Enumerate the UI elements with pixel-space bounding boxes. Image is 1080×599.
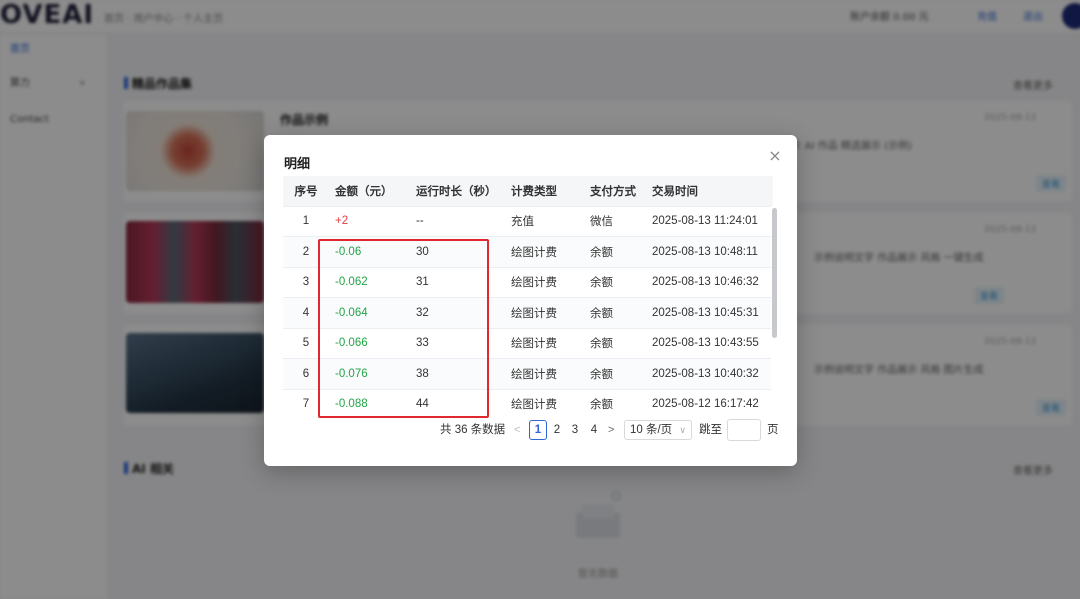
column-header-payment: 支付方式: [584, 176, 646, 207]
page-suffix-label: 页: [767, 424, 779, 436]
cell-amount: -0.062: [329, 267, 410, 298]
cell-payment: 余额: [584, 328, 646, 359]
detail-modal: 明细 × 序号 金额（元） 运行时长（秒） 计费类型 支付方式 交易时间 1 +…: [264, 135, 797, 466]
cell-payment: 余额: [584, 267, 646, 298]
page-button-2[interactable]: 2: [548, 418, 566, 442]
table-row: 4 -0.064 32 绘图计费 余额 2025-08-13 10:45:31: [283, 297, 773, 329]
prev-page-icon[interactable]: <: [514, 418, 520, 442]
cell-payment: 微信: [584, 206, 646, 237]
page-button-3[interactable]: 3: [566, 418, 584, 442]
column-header-time: 交易时间: [646, 176, 773, 207]
cell-amount: -0.064: [329, 297, 410, 329]
column-header-duration: 运行时长（秒）: [410, 176, 505, 207]
chevron-down-icon: ∨: [679, 425, 686, 435]
pagination: 共 36 条数据 < 1 2 3 4 > 10 条/页 ∨ 跳至 页: [440, 418, 780, 442]
cell-duration: 32: [410, 297, 505, 329]
table-row: 2 -0.06 30 绘图计费 余额 2025-08-13 10:48:11: [283, 236, 773, 268]
table-row: 1 +2 -- 充值 微信 2025-08-13 11:24:01: [283, 206, 773, 237]
detail-table: 序号 金额（元） 运行时长（秒） 计费类型 支付方式 交易时间 1 +2 -- …: [283, 176, 779, 410]
table-row: 6 -0.076 38 绘图计费 余额 2025-08-13 10:40:32: [283, 358, 773, 390]
goto-page-input[interactable]: [727, 419, 761, 441]
cell-index: 5: [283, 328, 329, 359]
cell-payment: 余额: [584, 358, 646, 390]
cell-time: 2025-08-13 10:40:32: [646, 358, 773, 390]
cell-payment: 余额: [584, 389, 646, 410]
cell-duration: --: [410, 206, 505, 237]
cell-index: 6: [283, 358, 329, 390]
cell-duration: 33: [410, 328, 505, 359]
cell-duration: 38: [410, 358, 505, 390]
cell-time: 2025-08-13 10:45:31: [646, 297, 773, 329]
pagination-total: 共 36 条数据: [440, 424, 506, 436]
column-header-index: 序号: [283, 176, 329, 207]
cell-type: 绘图计费: [505, 297, 584, 329]
cell-type: 绘图计费: [505, 389, 584, 410]
cell-index: 7: [283, 389, 329, 410]
cell-time: 2025-08-12 16:17:42: [646, 389, 773, 410]
page-size-select[interactable]: 10 条/页 ∨: [624, 420, 692, 440]
page-button-4[interactable]: 4: [585, 418, 603, 442]
cell-type: 绘图计费: [505, 358, 584, 390]
column-header-amount: 金额（元）: [329, 176, 410, 207]
table-row: 7 -0.088 44 绘图计费 余额 2025-08-12 16:17:42: [283, 389, 773, 410]
cell-index: 2: [283, 236, 329, 268]
cell-type: 绘图计费: [505, 328, 584, 359]
column-header-type: 计费类型: [505, 176, 584, 207]
table-scrollbar-thumb[interactable]: [772, 208, 777, 338]
table-header-row: 序号 金额（元） 运行时长（秒） 计费类型 支付方式 交易时间: [283, 176, 773, 207]
cell-time: 2025-08-13 10:48:11: [646, 236, 773, 268]
cell-duration: 30: [410, 236, 505, 268]
cell-time: 2025-08-13 10:46:32: [646, 267, 773, 298]
cell-index: 3: [283, 267, 329, 298]
cell-type: 绘图计费: [505, 236, 584, 268]
table-row: 3 -0.062 31 绘图计费 余额 2025-08-13 10:46:32: [283, 267, 773, 298]
cell-payment: 余额: [584, 297, 646, 329]
cell-amount: -0.088: [329, 389, 410, 410]
cell-time: 2025-08-13 10:43:55: [646, 328, 773, 359]
cell-duration: 31: [410, 267, 505, 298]
page-size-value: 10 条/页: [630, 424, 673, 436]
cell-amount: -0.076: [329, 358, 410, 390]
cell-amount: -0.066: [329, 328, 410, 359]
cell-index: 1: [283, 206, 329, 237]
modal-title: 明细: [284, 157, 311, 172]
cell-amount: +2: [329, 206, 410, 237]
cell-type: 绘图计费: [505, 267, 584, 298]
table-row: 5 -0.066 33 绘图计费 余额 2025-08-13 10:43:55: [283, 328, 773, 359]
cell-amount: -0.06: [329, 236, 410, 268]
cell-type: 充值: [505, 206, 584, 237]
cell-index: 4: [283, 297, 329, 329]
close-icon[interactable]: ×: [766, 147, 784, 165]
cell-payment: 余额: [584, 236, 646, 268]
cell-duration: 44: [410, 389, 505, 410]
next-page-icon[interactable]: >: [608, 418, 614, 442]
page-button-1[interactable]: 1: [529, 420, 547, 440]
cell-time: 2025-08-13 11:24:01: [646, 206, 773, 237]
goto-label: 跳至: [699, 424, 722, 436]
